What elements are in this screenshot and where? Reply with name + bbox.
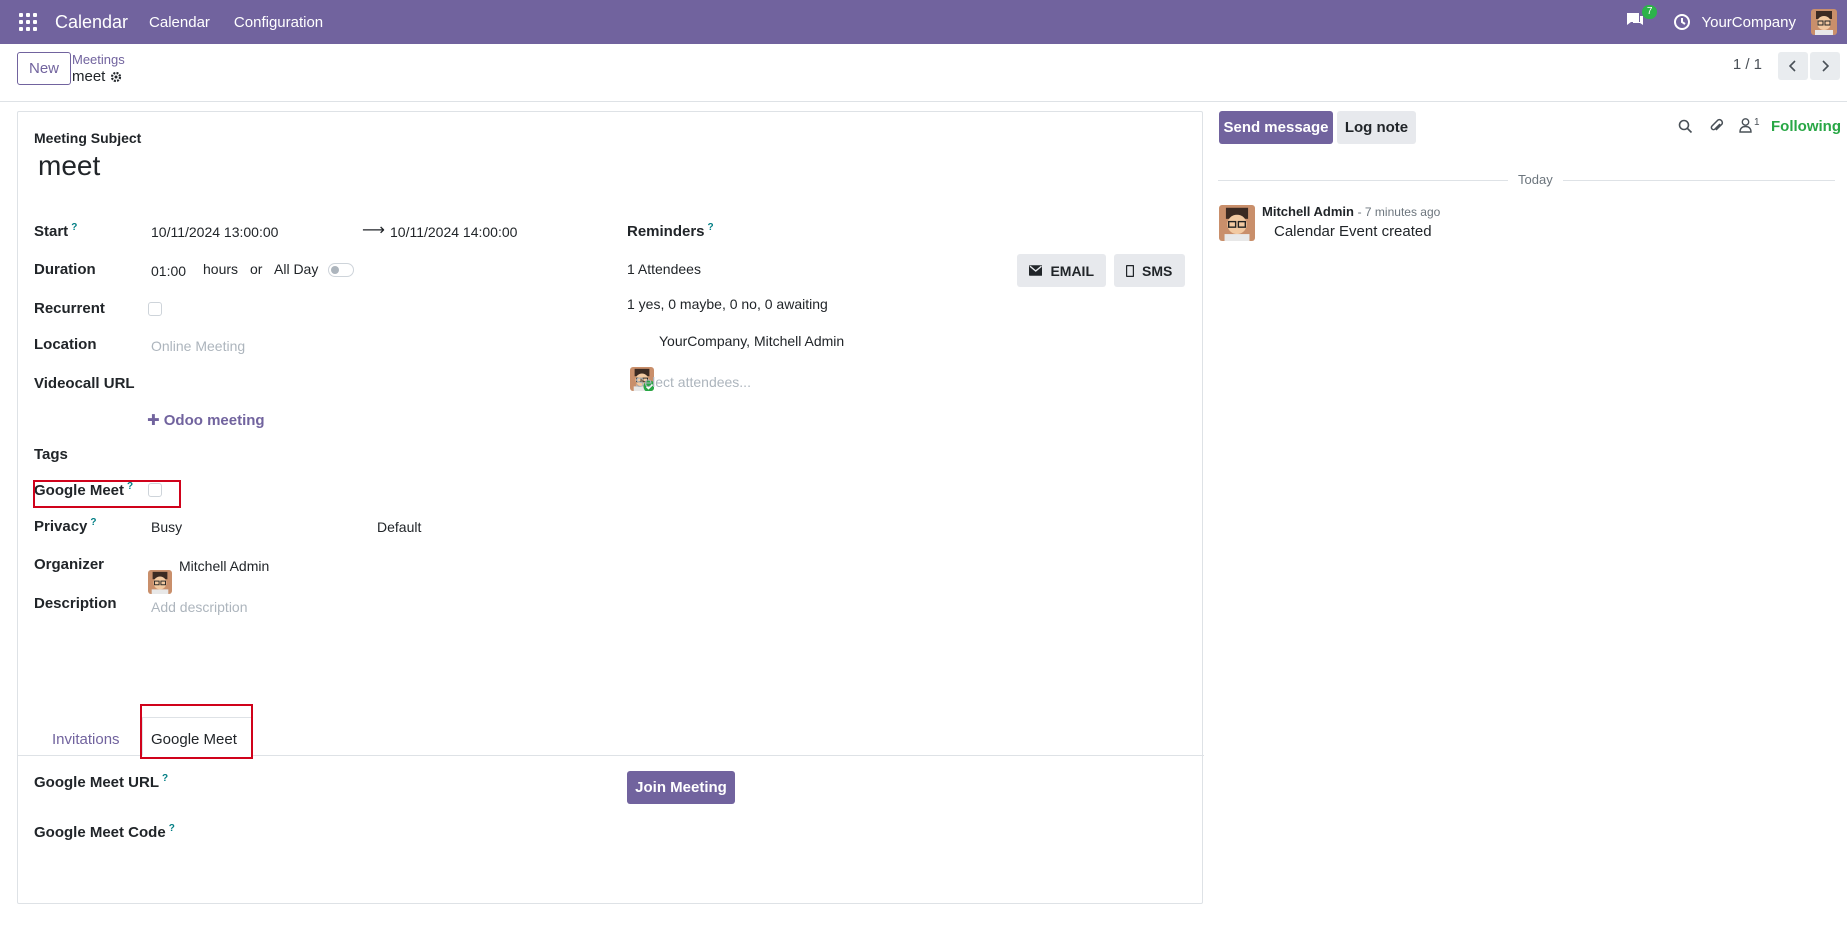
privacy-default-select[interactable]: Default — [377, 519, 421, 535]
help-icon: ? — [162, 773, 169, 784]
record-name: meet — [72, 68, 106, 85]
activity-clock-icon[interactable] — [1673, 13, 1691, 31]
highlight-box — [33, 480, 181, 508]
search-icon[interactable] — [1678, 119, 1693, 134]
attendees-input[interactable]: Select attendees... — [635, 374, 751, 390]
company-switcher[interactable]: YourCompany — [1701, 14, 1796, 31]
privacy-label: Privacy? — [34, 517, 97, 535]
messages-badge: 7 — [1641, 5, 1658, 19]
location-label: Location — [34, 336, 97, 353]
duration-label: Duration — [34, 261, 96, 278]
message-body: Calendar Event created — [1274, 223, 1432, 240]
description-input[interactable]: Add description — [151, 599, 248, 615]
today-label: Today — [1508, 172, 1563, 187]
app-brand[interactable]: Calendar — [55, 12, 128, 33]
control-panel: New Meetings meet 1 / 1 — [0, 44, 1847, 102]
help-icon: ? — [707, 222, 714, 233]
end-input[interactable]: 10/11/2024 14:00:00 — [390, 224, 517, 240]
videocall-label: Videocall URL — [34, 375, 135, 392]
recurrent-checkbox[interactable] — [148, 302, 162, 316]
arrow-right-icon: ⟶ — [362, 222, 385, 239]
tab-invitations[interactable]: Invitations — [52, 731, 120, 748]
allday-toggle[interactable] — [328, 263, 354, 277]
recurrent-label: Recurrent — [34, 300, 105, 317]
hours-text: hours — [203, 261, 239, 277]
log-note-button[interactable]: Log note — [1337, 111, 1416, 144]
following-button[interactable]: Following — [1771, 118, 1841, 135]
gmeet-code-label: Google Meet Code? — [34, 823, 175, 841]
attendees-status: 1 yes, 0 maybe, 0 no, 0 awaiting — [627, 296, 828, 312]
email-button[interactable]: EMAIL — [1017, 254, 1106, 287]
mobile-icon — [1126, 264, 1134, 277]
menu-configuration[interactable]: Configuration — [234, 14, 323, 31]
allday-label: All Day — [274, 261, 319, 277]
breadcrumb-meetings[interactable]: Meetings — [72, 52, 125, 67]
subject-input[interactable]: meet — [38, 150, 100, 182]
pager-previous-button[interactable] — [1778, 52, 1808, 80]
start-label: Start? — [34, 222, 78, 240]
gmeet-url-label: Google Meet URL? — [34, 773, 169, 791]
pager-next-button[interactable] — [1810, 52, 1840, 80]
help-icon: ? — [71, 222, 78, 233]
organizer-avatar — [148, 570, 172, 594]
chevron-left-icon — [1789, 60, 1796, 72]
chevron-right-icon — [1822, 60, 1829, 72]
top-navbar: Calendar Calendar Configuration 7 YourCo… — [0, 0, 1847, 44]
menu-calendar[interactable]: Calendar — [149, 14, 210, 31]
duration-input[interactable]: 01:00 — [151, 263, 186, 279]
start-input[interactable]: 10/11/2024 13:00:00 — [151, 224, 278, 240]
join-meeting-button[interactable]: Join Meeting — [627, 771, 735, 804]
breadcrumb-current: meet — [72, 68, 122, 85]
help-icon: ? — [90, 517, 97, 528]
form-sheet: Meeting Subject meet Start? 10/11/2024 1… — [17, 111, 1204, 904]
envelope-icon — [1029, 265, 1043, 276]
message-header: Mitchell Admin - 7 minutes ago — [1262, 204, 1440, 219]
followers-count: 1 — [1754, 117, 1760, 128]
highlight-box — [140, 704, 253, 759]
tags-label: Tags — [34, 446, 68, 463]
attendees-count: 1 Attendees — [627, 261, 701, 277]
help-icon: ? — [168, 823, 175, 834]
privacy-select[interactable]: Busy — [151, 519, 182, 535]
send-message-button[interactable]: Send message — [1219, 111, 1333, 144]
subject-label: Meeting Subject — [34, 130, 142, 146]
author-avatar — [1219, 205, 1255, 241]
message-time: - 7 minutes ago — [1357, 205, 1441, 219]
organizer-input[interactable]: Mitchell Admin — [179, 558, 269, 574]
message-author[interactable]: Mitchell Admin — [1262, 204, 1354, 219]
plus-icon: ✚ — [147, 412, 164, 429]
reminders-label: Reminders? — [627, 222, 714, 240]
messaging-icon[interactable]: 7 — [1625, 5, 1658, 33]
attendee-tag[interactable]: YourCompany, Mitchell Admin — [659, 333, 844, 349]
user-avatar[interactable] — [1811, 9, 1837, 35]
new-button[interactable]: New — [17, 52, 72, 85]
gear-icon[interactable] — [110, 71, 122, 83]
organizer-label: Organizer — [34, 556, 105, 573]
paperclip-icon[interactable] — [1709, 118, 1724, 134]
sms-button[interactable]: SMS — [1114, 254, 1185, 287]
user-icon — [1739, 118, 1752, 133]
or-text: or — [250, 261, 263, 277]
followers-button[interactable]: 1 — [1739, 117, 1760, 133]
add-odoo-meeting-button[interactable]: ✚ Odoo meeting — [147, 411, 265, 429]
apps-menu-icon[interactable] — [19, 13, 37, 31]
pager-value[interactable]: 1 / 1 — [1733, 56, 1762, 73]
location-input[interactable]: Online Meeting — [151, 338, 245, 354]
description-label: Description — [34, 595, 117, 612]
